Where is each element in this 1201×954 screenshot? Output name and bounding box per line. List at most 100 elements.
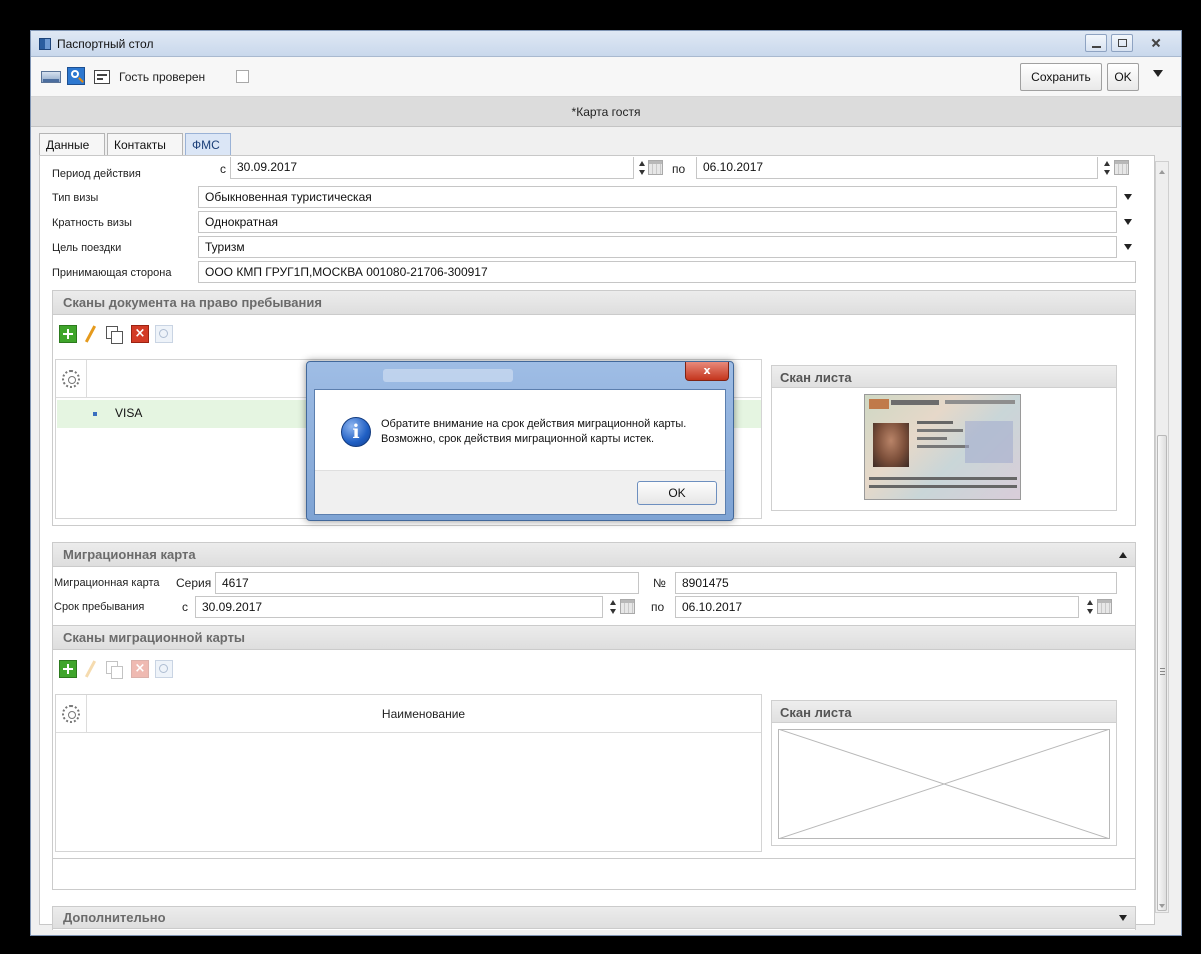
host-party-label: Принимающая сторона	[52, 267, 172, 279]
migration-scans-table: Наименование	[55, 694, 762, 852]
search-document-icon[interactable]	[67, 67, 87, 87]
visa-multiplicity-select[interactable]: Однократная	[198, 211, 1117, 233]
row-bullet-icon	[93, 412, 97, 416]
edit-scan-icon[interactable]	[81, 325, 99, 343]
residence-scans-header[interactable]: Сканы документа на право пребывания	[53, 291, 1135, 315]
period-from-calendar-icon[interactable]	[648, 160, 663, 175]
visa-type-dropdown-arrow-icon[interactable]	[1124, 194, 1132, 200]
migration-card-title: Миграционная карта	[63, 547, 196, 562]
window-title: Паспортный стол	[57, 37, 154, 51]
stay-to-field[interactable]: 06.10.2017	[675, 596, 1079, 618]
period-to-spin-icon[interactable]	[1102, 159, 1112, 177]
add-migration-scan-icon[interactable]	[59, 660, 77, 678]
copy-scan-icon[interactable]	[105, 325, 123, 344]
scrollbar-thumb[interactable]	[1157, 435, 1167, 911]
migration-card-label: Миграционная карта	[54, 577, 160, 589]
minimize-button[interactable]	[1085, 34, 1107, 52]
migration-scan-panel-title: Скан листа	[780, 705, 852, 720]
stay-from-field[interactable]: 30.09.2017	[195, 596, 603, 618]
scroll-up-arrow-icon[interactable]	[1159, 170, 1165, 174]
period-to-prefix: по	[672, 162, 686, 176]
stay-to-spin-icon[interactable]	[1085, 598, 1095, 616]
stay-to-calendar-icon[interactable]	[1097, 599, 1112, 614]
period-from-prefix: с	[220, 162, 226, 176]
tab-contacts[interactable]: Контакты	[107, 133, 183, 157]
app-icon	[39, 38, 51, 50]
visa-multiplicity-label: Кратность визы	[52, 217, 132, 229]
additional-title: Дополнительно	[63, 910, 166, 925]
visa-multiplicity-dropdown-arrow-icon[interactable]	[1124, 219, 1132, 225]
migration-table-settings-gear-icon[interactable]	[62, 705, 80, 723]
more-menu-arrow-icon[interactable]	[1153, 70, 1163, 77]
series-label: Серия	[176, 576, 212, 590]
host-party-field[interactable]: ООО КМП ГРУГ1П,МОСКВА 001080-21706-30091…	[198, 261, 1136, 283]
series-field[interactable]: 4617	[215, 572, 639, 594]
dialog-body: i Обратите внимание на срок действия миг…	[314, 389, 726, 515]
ok-button[interactable]: OK	[1107, 63, 1139, 91]
migration-card-header[interactable]: Миграционная карта	[53, 543, 1135, 567]
close-window-button[interactable]	[1141, 34, 1171, 52]
dialog-footer: OK	[315, 470, 725, 514]
registration-card-icon[interactable]	[93, 67, 113, 87]
add-scan-icon[interactable]	[59, 325, 77, 343]
row-name: VISA	[115, 406, 143, 420]
scanner-icon[interactable]	[41, 67, 61, 87]
warning-dialog: x i Обратите внимание на срок действия м…	[306, 361, 734, 521]
scroll-down-arrow-icon[interactable]	[1159, 904, 1165, 908]
tab-data[interactable]: Данные	[39, 133, 105, 157]
column-header-name[interactable]: Наименование	[86, 707, 761, 721]
period-to-calendar-icon[interactable]	[1114, 160, 1129, 175]
additional-header[interactable]: Дополнительно	[53, 907, 1135, 929]
dialog-ok-button[interactable]: OK	[637, 481, 717, 505]
toolbar: Гость проверен Сохранить OK	[31, 57, 1181, 97]
trip-purpose-label: Цель поездки	[52, 242, 122, 254]
trip-purpose-dropdown-arrow-icon[interactable]	[1124, 244, 1132, 250]
visa-scan-image	[864, 394, 1021, 500]
copy-migration-scan-icon	[105, 660, 123, 679]
number-label: №	[653, 576, 666, 590]
migration-scans-header[interactable]: Сканы миграционной карты	[53, 626, 1135, 650]
dialog-message-line1: Обратите внимание на срок действия мигра…	[381, 418, 687, 430]
validity-period-label: Период действия	[52, 168, 141, 180]
tab-fms[interactable]: ФМС	[185, 133, 231, 157]
guest-checked-label: Гость проверен	[119, 70, 206, 84]
dialog-title	[383, 369, 513, 382]
stay-from-prefix: с	[182, 600, 188, 614]
collapse-arrow-icon[interactable]	[1119, 552, 1127, 558]
residence-scan-panel-header: Скан листа	[772, 366, 1116, 388]
empty-image-placeholder-icon[interactable]	[778, 729, 1110, 839]
additional-section: Дополнительно	[52, 906, 1136, 930]
migration-scans-title: Сканы миграционной карты	[63, 630, 246, 645]
period-from-spin-icon[interactable]	[637, 159, 647, 177]
vertical-scrollbar[interactable]	[1155, 161, 1169, 913]
stay-to-prefix: по	[651, 600, 665, 614]
view-migration-scan-icon[interactable]	[155, 660, 173, 678]
stay-period-label: Срок пребывания	[54, 601, 145, 613]
migration-scan-panel-header: Скан листа	[772, 701, 1116, 723]
title-bar[interactable]: Паспортный стол	[31, 31, 1181, 57]
number-field[interactable]: 8901475	[675, 572, 1117, 594]
delete-scan-icon[interactable]: ×	[131, 325, 149, 343]
stay-from-calendar-icon[interactable]	[620, 599, 635, 614]
form-caption: *Карта гостя	[31, 97, 1181, 127]
guest-checked-checkbox[interactable]	[236, 70, 249, 83]
trip-purpose-select[interactable]: Туризм	[198, 236, 1117, 258]
migration-scans-section: Сканы миграционной карты × Наименование	[52, 625, 1136, 859]
view-scan-icon[interactable]	[155, 325, 173, 343]
stay-from-spin-icon[interactable]	[608, 598, 618, 616]
maximize-button[interactable]	[1111, 34, 1133, 52]
residence-scans-title: Сканы документа на право пребывания	[63, 295, 322, 310]
expand-arrow-icon[interactable]	[1119, 915, 1127, 921]
migration-scans-table-header: Наименование	[56, 695, 761, 733]
period-to-field[interactable]: 06.10.2017	[696, 157, 1098, 179]
residence-scan-viewer[interactable]	[772, 388, 1116, 510]
dialog-close-button[interactable]: x	[685, 362, 729, 381]
period-from-field[interactable]: 30.09.2017	[230, 157, 634, 179]
residence-scan-panel-title: Скан листа	[780, 370, 852, 385]
migration-scan-panel: Скан листа	[771, 700, 1117, 846]
table-settings-gear-icon[interactable]	[62, 370, 80, 388]
visa-type-select[interactable]: Обыкновенная туристическая	[198, 186, 1117, 208]
save-button[interactable]: Сохранить	[1020, 63, 1102, 91]
info-icon: i	[341, 417, 371, 447]
fms-tab-content: Период действия с 30.09.2017 по 06.10.20…	[39, 155, 1155, 930]
